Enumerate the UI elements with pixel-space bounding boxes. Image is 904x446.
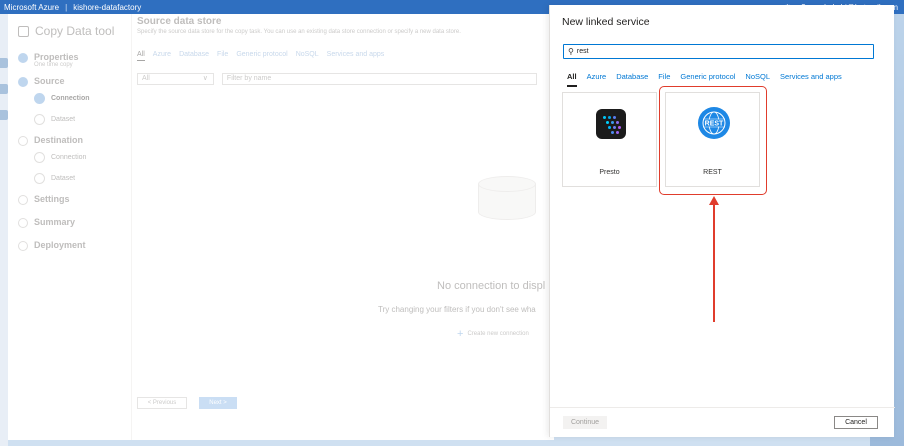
substep-pending-icon: [34, 152, 45, 163]
panel-tab-all[interactable]: All: [567, 72, 577, 87]
substep-dest-dataset[interactable]: Dataset: [34, 173, 131, 184]
empty-state-hint: Try changing your filters if you don't s…: [378, 305, 536, 314]
cancel-button[interactable]: Cancel: [834, 416, 878, 429]
substep-label: Dataset: [51, 116, 76, 123]
substep-label: Connection: [51, 154, 87, 161]
panel-category-tabs: All Azure Database File Generic protocol…: [567, 72, 852, 87]
panel-tab-azure[interactable]: Azure: [587, 72, 607, 87]
breadcrumb-separator: |: [65, 2, 68, 12]
step-label: Settings: [34, 194, 70, 204]
tab-all[interactable]: All: [137, 51, 145, 61]
resource-name[interactable]: kishore-datafactory: [73, 3, 141, 12]
panel-tab-generic-protocol[interactable]: Generic protocol: [680, 72, 735, 87]
source-data-store: Source data store Specify the source dat…: [137, 16, 545, 416]
step-label: Deployment: [34, 240, 86, 250]
type-filter-select[interactable]: All: [137, 73, 214, 85]
presto-tile[interactable]: Presto: [562, 92, 657, 187]
panel-tab-database[interactable]: Database: [616, 72, 648, 87]
step-summary[interactable]: Summary: [18, 217, 131, 228]
search-value: rest: [576, 48, 589, 55]
tab-database[interactable]: Database: [179, 51, 209, 61]
tab-nosql[interactable]: NoSQL: [296, 51, 319, 61]
step-complete-icon: [18, 77, 28, 87]
portal-left-strip: [0, 14, 8, 446]
linked-service-search-input[interactable]: ⚲ rest: [563, 44, 874, 59]
substep-source-dataset[interactable]: Dataset: [34, 114, 131, 125]
author-icon[interactable]: [0, 84, 8, 94]
panel-tab-services-and-apps[interactable]: Services and apps: [780, 72, 842, 87]
previous-button[interactable]: < Previous: [137, 397, 187, 409]
step-label: Summary: [34, 217, 76, 227]
step-deployment[interactable]: Deployment: [18, 240, 131, 251]
substep-pending-icon: [34, 173, 45, 184]
source-filters: All Filter by name: [137, 73, 537, 85]
substep-source-connection[interactable]: Connection: [34, 93, 131, 104]
source-category-tabs: All Azure Database File Generic protocol…: [137, 51, 537, 61]
step-pending-icon: [18, 241, 28, 251]
substep-dest-connection[interactable]: Connection: [34, 152, 131, 163]
empty-state-title: No connection to displ: [437, 280, 546, 292]
panel-title: New linked service: [562, 16, 650, 28]
step-complete-icon: [18, 53, 28, 63]
filter-by-name-input[interactable]: Filter by name: [221, 73, 537, 85]
step-label: Destination: [34, 135, 84, 145]
tab-file[interactable]: File: [217, 51, 228, 61]
step-properties[interactable]: Properties One time copy: [18, 52, 131, 68]
create-new-connection-link[interactable]: + Create new connection: [457, 328, 529, 340]
wizard-steps: Copy Data tool Properties One time copy …: [8, 14, 132, 440]
section-heading: Source data store: [137, 16, 222, 27]
tab-generic-protocol[interactable]: Generic protocol: [236, 51, 287, 61]
panel-footer: Continue Cancel: [550, 407, 895, 437]
database-empty-icon: [478, 176, 536, 228]
monitor-icon[interactable]: [0, 110, 8, 120]
wizard-footer: < Previous Next >: [137, 397, 237, 409]
presto-icon: [596, 109, 626, 139]
continue-button[interactable]: Continue: [563, 416, 607, 429]
tab-services-and-apps[interactable]: Services and apps: [327, 51, 385, 61]
step-source[interactable]: Source: [18, 76, 131, 87]
tile-name: Presto: [599, 169, 620, 176]
portal-brand[interactable]: Microsoft Azure: [4, 3, 59, 12]
step-label: Properties: [34, 52, 79, 62]
step-pending-icon: [18, 218, 28, 228]
step-settings[interactable]: Settings: [18, 194, 131, 205]
rest-highlight-box: [659, 86, 767, 195]
home-icon[interactable]: [0, 58, 8, 68]
create-new-label: Create new connection: [467, 331, 529, 337]
panel-tab-file[interactable]: File: [658, 72, 670, 87]
step-pending-icon: [18, 195, 28, 205]
substep-pending-icon: [34, 114, 45, 125]
section-description: Specify the source data store for the co…: [137, 29, 461, 35]
tab-azure[interactable]: Azure: [153, 51, 171, 61]
next-button[interactable]: Next >: [199, 397, 237, 409]
substep-active-icon: [34, 93, 45, 104]
step-sublabel: One time copy: [34, 62, 73, 68]
copy-tool-icon: [18, 25, 29, 37]
step-pending-icon: [18, 136, 28, 146]
wizard-title-text: Copy Data tool: [35, 24, 115, 38]
annotation-arrow-head: [709, 196, 719, 205]
plus-icon: +: [457, 328, 464, 340]
wizard-title: Copy Data tool: [18, 24, 131, 38]
step-destination[interactable]: Destination: [18, 135, 131, 146]
annotation-arrow-shaft: [713, 200, 715, 322]
new-linked-service-panel: New linked service ⚲ rest All Azure Data…: [549, 5, 895, 437]
search-icon: ⚲: [568, 47, 574, 56]
substep-label: Dataset: [51, 175, 76, 182]
substep-label: Connection: [51, 95, 90, 102]
step-label: Source: [34, 76, 65, 86]
panel-tab-nosql[interactable]: NoSQL: [745, 72, 770, 87]
